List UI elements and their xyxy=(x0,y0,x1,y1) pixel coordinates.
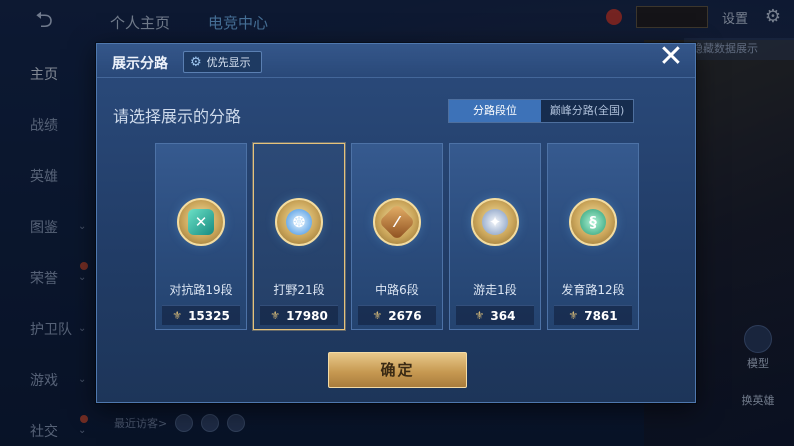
lane-display-dialog: 展示分路 ⚙ 优先显示 请选择展示的分路 分路段位 巅峰分路(全国) ✕ 对抗路… xyxy=(96,43,696,403)
select-lane-prompt: 请选择展示的分路 xyxy=(113,107,242,126)
rank-points-icon: ⚜ xyxy=(270,309,281,322)
lane-card-jungle[interactable]: ❂ 打野21段 ⚜ 17980 xyxy=(253,143,345,330)
rank-points-icon: ⚜ xyxy=(474,309,485,322)
confirm-button[interactable]: 确定 xyxy=(328,352,467,388)
lane-card-farm[interactable]: § 发育路12段 ⚜ 7861 xyxy=(547,143,639,330)
lane-card-score: ⚜ 15325 xyxy=(162,305,240,325)
jungle-emblem-icon: ❂ xyxy=(275,198,323,246)
lane-card-label: 打野21段 xyxy=(273,283,325,297)
lane-card-score: ⚜ 2676 xyxy=(358,305,436,325)
lane-card-clash[interactable]: ✕ 对抗路19段 ⚜ 15325 xyxy=(155,143,247,330)
gear-icon: ⚙ xyxy=(190,54,202,70)
farm-lane-emblem-icon: § xyxy=(569,198,617,246)
mid-lane-emblem-icon: ⁄ xyxy=(373,198,421,246)
close-icon[interactable]: ✕ xyxy=(656,42,686,73)
lane-card-roam[interactable]: ✦ 游走1段 ⚜ 364 xyxy=(449,143,541,330)
lane-card-score: ⚜ 17980 xyxy=(260,305,338,325)
clash-lane-emblem-icon: ✕ xyxy=(177,198,225,246)
tab-lane-rank[interactable]: 分路段位 xyxy=(449,100,541,122)
lane-card-mid[interactable]: ⁄ 中路6段 ⚜ 2676 xyxy=(351,143,443,330)
priority-display-button[interactable]: ⚙ 优先显示 xyxy=(183,51,262,73)
lane-mode-toggle: 分路段位 巅峰分路(全国) xyxy=(448,99,634,123)
tab-peak-lane-national[interactable]: 巅峰分路(全国) xyxy=(541,100,633,122)
lane-card-label: 中路6段 xyxy=(375,283,419,297)
rank-points-icon: ⚜ xyxy=(172,309,183,322)
lane-card-score: ⚜ 7861 xyxy=(554,305,632,325)
rank-points-icon: ⚜ xyxy=(568,309,579,322)
lane-card-score: ⚜ 364 xyxy=(456,305,534,325)
lane-card-label: 对抗路19段 xyxy=(169,283,233,297)
roam-emblem-icon: ✦ xyxy=(471,198,519,246)
rank-points-icon: ⚜ xyxy=(372,309,383,322)
lane-card-label: 游走1段 xyxy=(473,283,517,297)
lane-card-label: 发育路12段 xyxy=(561,283,625,297)
dialog-title: 展示分路 xyxy=(112,56,168,72)
priority-display-label: 优先显示 xyxy=(206,56,251,69)
